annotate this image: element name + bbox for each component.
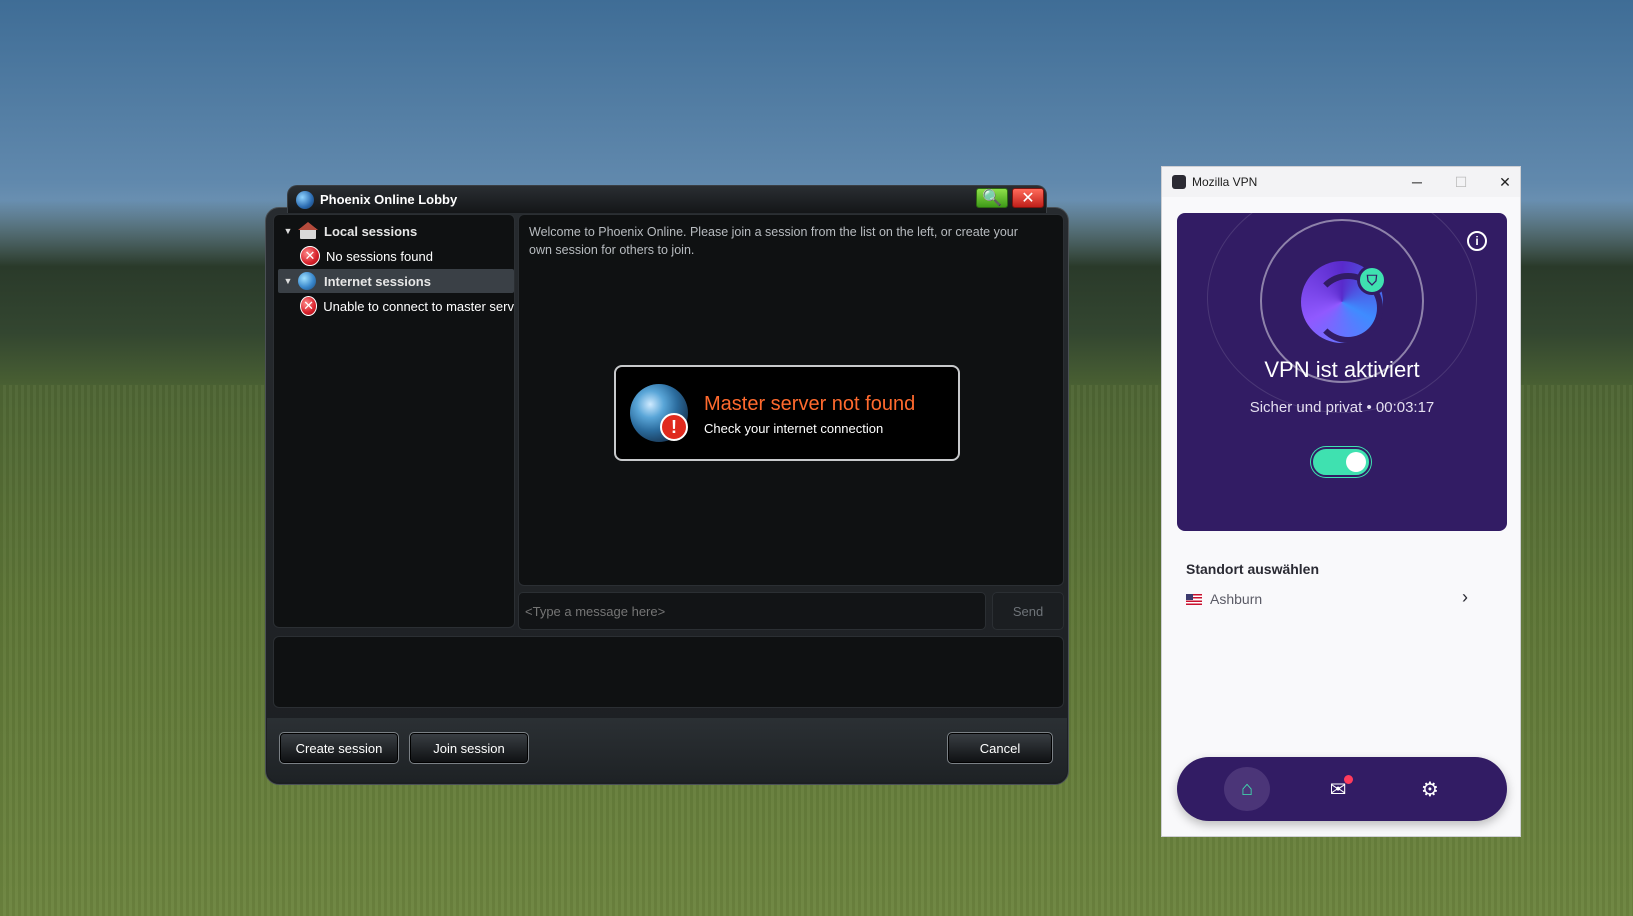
- phoenix-footer: Create session Join session Cancel: [267, 718, 1067, 782]
- location-heading: Standort auswählen: [1186, 561, 1320, 577]
- tree-group-internet-sessions[interactable]: ▼ Internet sessions: [278, 269, 514, 293]
- shield-icon: ⛉: [1357, 265, 1387, 295]
- session-tree: ▼ Local sessions ✕ No sessions found ▼ I…: [273, 214, 515, 628]
- error-title: Master server not found: [704, 393, 916, 415]
- tree-group-local-sessions[interactable]: ▼ Local sessions: [278, 219, 514, 243]
- nav-messages-button[interactable]: ✉: [1315, 767, 1361, 811]
- close-button[interactable]: ✕: [1490, 171, 1520, 193]
- tree-item-master-server-error[interactable]: ✕ Unable to connect to master serv: [278, 294, 514, 318]
- close-icon: ✕: [1021, 190, 1035, 207]
- phoenix-lobby-window: ▼ Local sessions ✕ No sessions found ▼ I…: [265, 185, 1069, 785]
- home-icon: ⌂: [1240, 777, 1254, 800]
- location-name: Ashburn: [1210, 591, 1263, 607]
- master-server-error-dialog: ! Master server not found Check your int…: [614, 365, 960, 461]
- error-subtitle: Check your internet connection: [704, 421, 884, 436]
- us-flag-icon: [1186, 593, 1202, 605]
- tree-group-label: Internet sessions: [324, 273, 431, 289]
- session-log-panel: [273, 636, 1064, 708]
- vpn-toggle-switch[interactable]: [1311, 447, 1371, 477]
- vpn-substatus: Sicher und privat • 00:03:17: [1177, 399, 1507, 416]
- location-selector[interactable]: Ashburn: [1186, 585, 1486, 613]
- globe-icon: [296, 191, 314, 209]
- warning-icon: !: [660, 413, 688, 441]
- phoenix-window-body: ▼ Local sessions ✕ No sessions found ▼ I…: [265, 207, 1069, 785]
- maximize-button[interactable]: ☐: [1446, 171, 1476, 193]
- nav-settings-button[interactable]: ⚙: [1407, 767, 1453, 811]
- vpn-titlebar[interactable]: Mozilla VPN ─ ☐ ✕: [1162, 167, 1520, 197]
- search-icon: 🔍: [982, 190, 1002, 207]
- phoenix-titlebar[interactable]: Phoenix Online Lobby 🔍 ✕: [287, 185, 1047, 213]
- close-icon: ✕: [1499, 173, 1511, 190]
- chat-panel: Welcome to Phoenix Online. Please join a…: [518, 214, 1064, 586]
- house-icon: [298, 222, 318, 240]
- chat-message-input[interactable]: [518, 592, 986, 630]
- mozilla-vpn-window: Mozilla VPN ─ ☐ ✕ ⛉ i VPN ist aktiviert …: [1161, 166, 1521, 837]
- globe-icon: [298, 272, 316, 290]
- join-session-button[interactable]: Join session: [409, 732, 529, 764]
- vpn-bottom-nav: ⌂ ✉ ⚙: [1177, 757, 1507, 821]
- vpn-status-panel: ⛉ i VPN ist aktiviert Sicher und privat …: [1177, 213, 1507, 531]
- cancel-button[interactable]: Cancel: [947, 732, 1053, 764]
- close-button[interactable]: ✕: [1012, 188, 1044, 208]
- vpn-substatus-text: Sicher und privat: [1249, 399, 1363, 416]
- connection-timer: 00:03:17: [1375, 399, 1435, 416]
- chevron-right-icon[interactable]: ›: [1462, 587, 1468, 608]
- welcome-message: Welcome to Phoenix Online. Please join a…: [529, 225, 1018, 257]
- window-title: Mozilla VPN: [1192, 175, 1258, 189]
- error-icon: ✕: [300, 246, 320, 266]
- expand-arrow-icon[interactable]: ▼: [278, 276, 298, 286]
- minimize-button[interactable]: ─: [1402, 171, 1432, 193]
- tree-item-label: Unable to connect to master serv: [323, 298, 514, 314]
- window-title: Phoenix Online Lobby: [320, 192, 458, 207]
- tree-item-label: No sessions found: [326, 248, 433, 264]
- vpn-status-title: VPN ist aktiviert: [1264, 357, 1420, 382]
- maximize-icon: ☐: [1454, 173, 1468, 190]
- notification-dot: [1344, 775, 1353, 784]
- mozilla-vpn-logo-icon: [1172, 175, 1186, 189]
- error-icon: ✕: [300, 296, 318, 316]
- info-icon[interactable]: i: [1467, 231, 1487, 251]
- search-button[interactable]: 🔍: [976, 188, 1008, 208]
- separator-dot: •: [1366, 399, 1372, 416]
- send-button[interactable]: Send: [992, 592, 1064, 630]
- expand-arrow-icon[interactable]: ▼: [278, 226, 298, 236]
- tree-item-no-sessions[interactable]: ✕ No sessions found: [278, 244, 514, 268]
- minimize-icon: ─: [1412, 174, 1422, 190]
- nav-home-button[interactable]: ⌂: [1224, 767, 1270, 811]
- gear-icon: ⚙: [1421, 778, 1439, 801]
- create-session-button[interactable]: Create session: [279, 732, 399, 764]
- tree-group-label: Local sessions: [324, 223, 418, 239]
